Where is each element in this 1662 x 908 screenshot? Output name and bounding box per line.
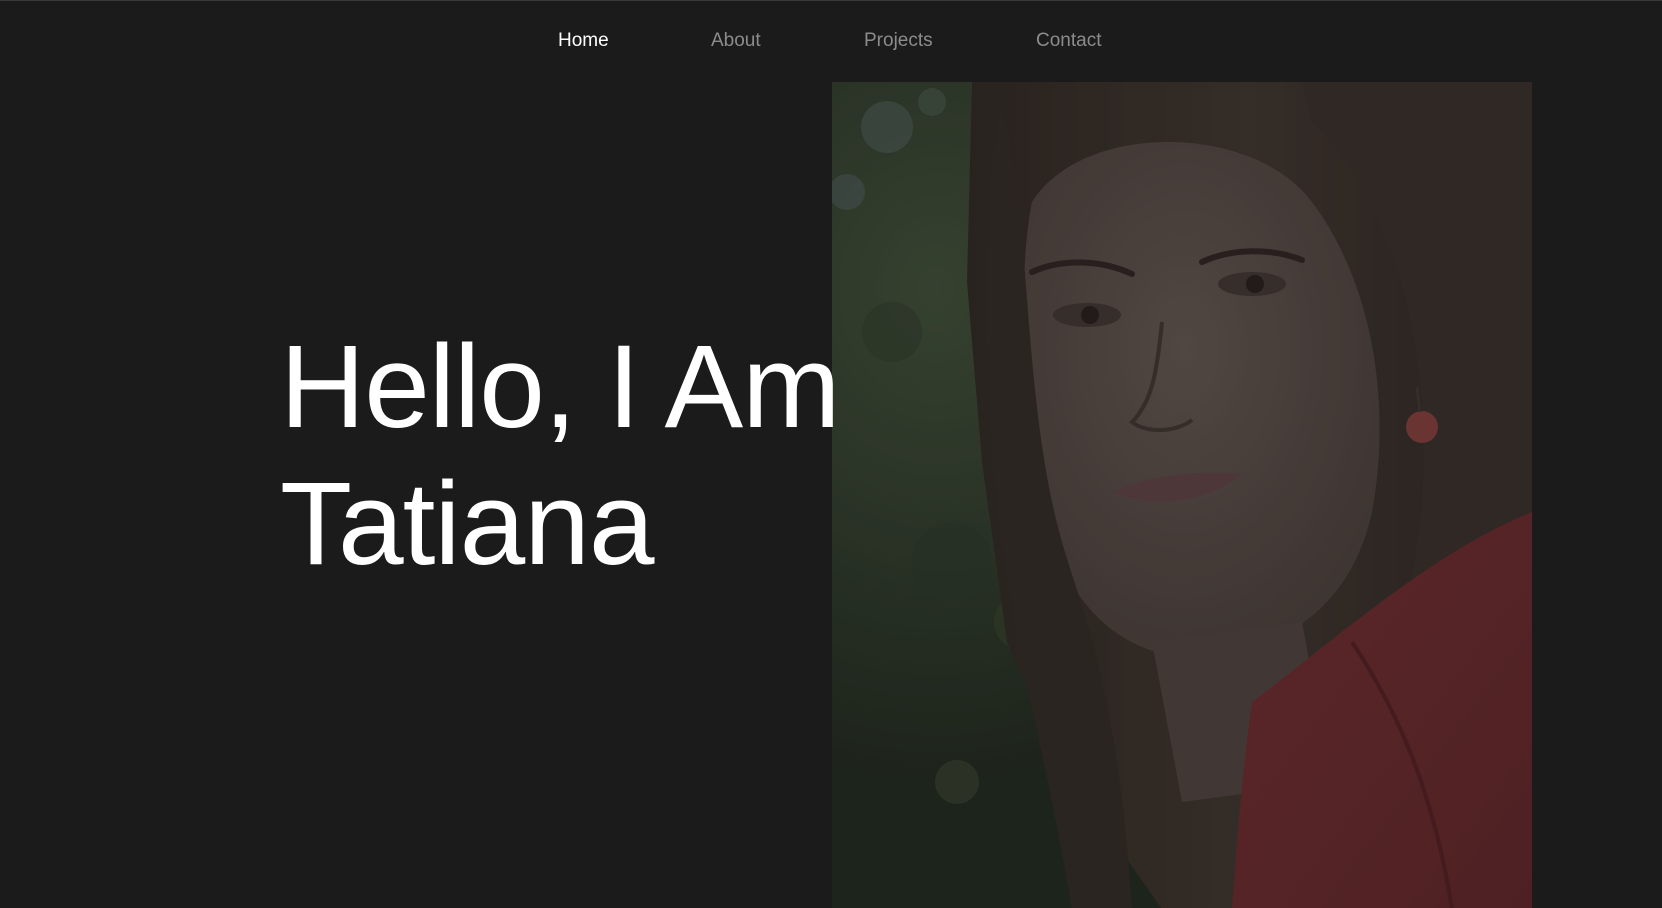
nav-link-home[interactable]: Home: [558, 29, 609, 53]
portrait-photo: [832, 82, 1532, 908]
nav-link-projects[interactable]: Projects: [864, 29, 933, 53]
hero-heading: Hello, I Am Tatiana: [280, 319, 841, 593]
top-navigation: Home About Projects Contact: [0, 1, 1662, 81]
page: Home About Projects Contact Hello, I Am …: [0, 0, 1662, 908]
nav-link-contact[interactable]: Contact: [1036, 29, 1101, 53]
hero-line-name: Tatiana: [280, 458, 655, 590]
nav-link-about[interactable]: About: [711, 29, 761, 53]
hero-line-greeting: Hello, I Am: [280, 321, 841, 453]
